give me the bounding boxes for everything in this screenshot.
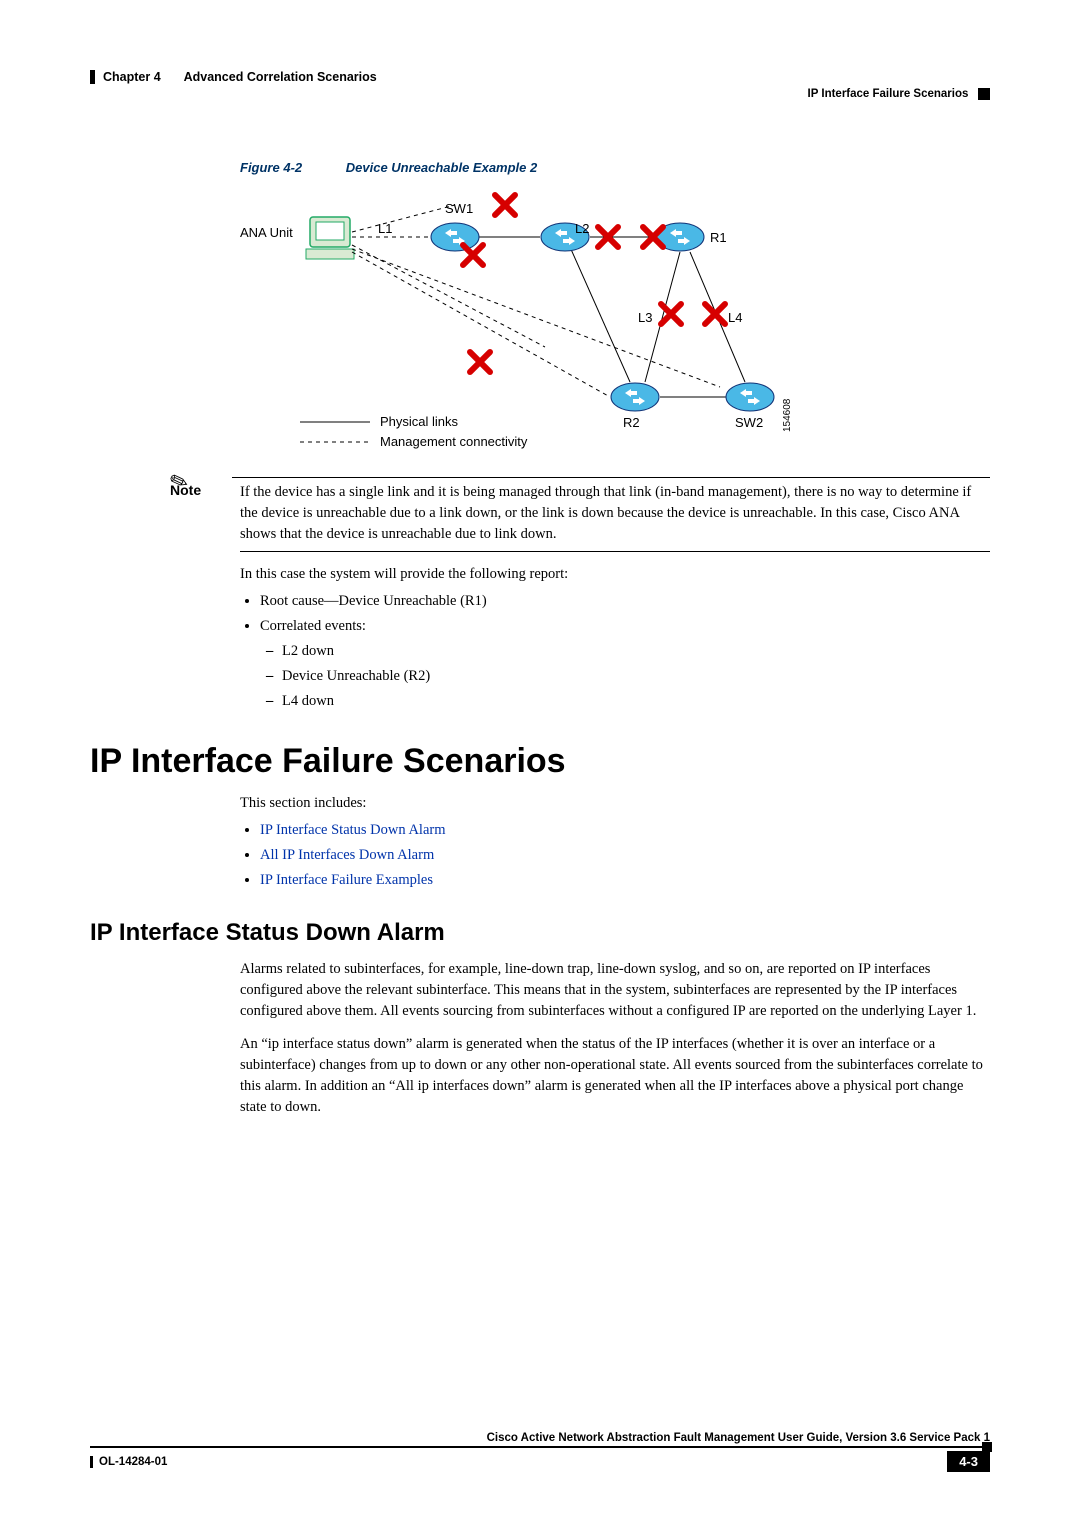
r2-label: R2 bbox=[623, 415, 640, 430]
x-icon bbox=[661, 304, 681, 324]
header-mark-right bbox=[978, 88, 990, 100]
legend-mgmt: Management connectivity bbox=[380, 434, 528, 449]
r2-node bbox=[611, 383, 659, 411]
x-icon bbox=[705, 304, 725, 324]
list-item: Correlated events: L2 down Device Unreac… bbox=[260, 616, 990, 712]
section-breadcrumb: IP Interface Failure Scenarios bbox=[808, 88, 969, 100]
chapter-label: Chapter 4 bbox=[103, 70, 161, 84]
l4-label: L4 bbox=[728, 310, 742, 325]
page-header: Chapter 4 Advanced Correlation Scenarios… bbox=[90, 70, 990, 100]
section-intro: This section includes: bbox=[240, 793, 990, 814]
ana-unit-icon bbox=[306, 217, 354, 259]
header-mark-left bbox=[90, 70, 95, 84]
x-icon bbox=[463, 245, 483, 265]
report-intro: In this case the system will provide the… bbox=[240, 564, 990, 585]
x-icon bbox=[470, 352, 490, 372]
page-footer: Cisco Active Network Abstraction Fault M… bbox=[90, 1432, 990, 1472]
subsection-heading: IP Interface Status Down Alarm bbox=[90, 919, 990, 947]
legend-physical: Physical links bbox=[380, 414, 459, 429]
section-heading: IP Interface Failure Scenarios bbox=[90, 742, 990, 781]
list-item: IP Interface Failure Examples bbox=[260, 870, 990, 891]
list-item: L4 down bbox=[282, 691, 990, 712]
note-block: ✎ Note If the device has a single link a… bbox=[170, 477, 990, 552]
list-item: Device Unreachable (R2) bbox=[282, 666, 990, 687]
sw1-label: SW1 bbox=[445, 201, 473, 216]
sw1-node bbox=[431, 223, 479, 251]
chapter-title: Advanced Correlation Scenarios bbox=[184, 70, 377, 84]
guide-title: Cisco Active Network Abstraction Fault M… bbox=[90, 1432, 990, 1444]
note-text: If the device has a single link and it i… bbox=[240, 482, 990, 552]
figure-id: 154608 bbox=[782, 398, 793, 432]
ana-unit-label: ANA Unit bbox=[240, 225, 293, 240]
footer-mark bbox=[90, 1456, 93, 1468]
list-item: All IP Interfaces Down Alarm bbox=[260, 845, 990, 866]
sw2-label: SW2 bbox=[735, 415, 763, 430]
network-diagram: ANA Unit SW1 bbox=[240, 187, 820, 457]
l3-label: L3 bbox=[638, 310, 652, 325]
paragraph: Alarms related to subinterfaces, for exa… bbox=[240, 959, 990, 1022]
doc-id: OL-14284-01 bbox=[99, 1456, 167, 1468]
report-body: In this case the system will provide the… bbox=[240, 564, 990, 712]
list-item: IP Interface Status Down Alarm bbox=[260, 820, 990, 841]
page-number: 4-3 bbox=[947, 1451, 990, 1472]
xref-link[interactable]: All IP Interfaces Down Alarm bbox=[260, 847, 434, 863]
r1-label: R1 bbox=[710, 230, 727, 245]
sw2-node bbox=[726, 383, 774, 411]
xref-link[interactable]: IP Interface Status Down Alarm bbox=[260, 822, 446, 838]
figure-label: Figure 4-2 bbox=[240, 160, 302, 175]
list-item: Root cause—Device Unreachable (R1) bbox=[260, 591, 990, 612]
figure-title: Device Unreachable Example 2 bbox=[346, 160, 538, 175]
paragraph: An “ip interface status down” alarm is g… bbox=[240, 1034, 990, 1118]
l2-label: L2 bbox=[575, 221, 589, 236]
figure-caption: Figure 4-2 Device Unreachable Example 2 bbox=[240, 160, 990, 175]
xref-link[interactable]: IP Interface Failure Examples bbox=[260, 872, 433, 888]
l1-label: L1 bbox=[378, 221, 392, 236]
correlated-label: Correlated events: bbox=[260, 618, 366, 634]
list-item: L2 down bbox=[282, 641, 990, 662]
x-icon bbox=[495, 195, 515, 215]
